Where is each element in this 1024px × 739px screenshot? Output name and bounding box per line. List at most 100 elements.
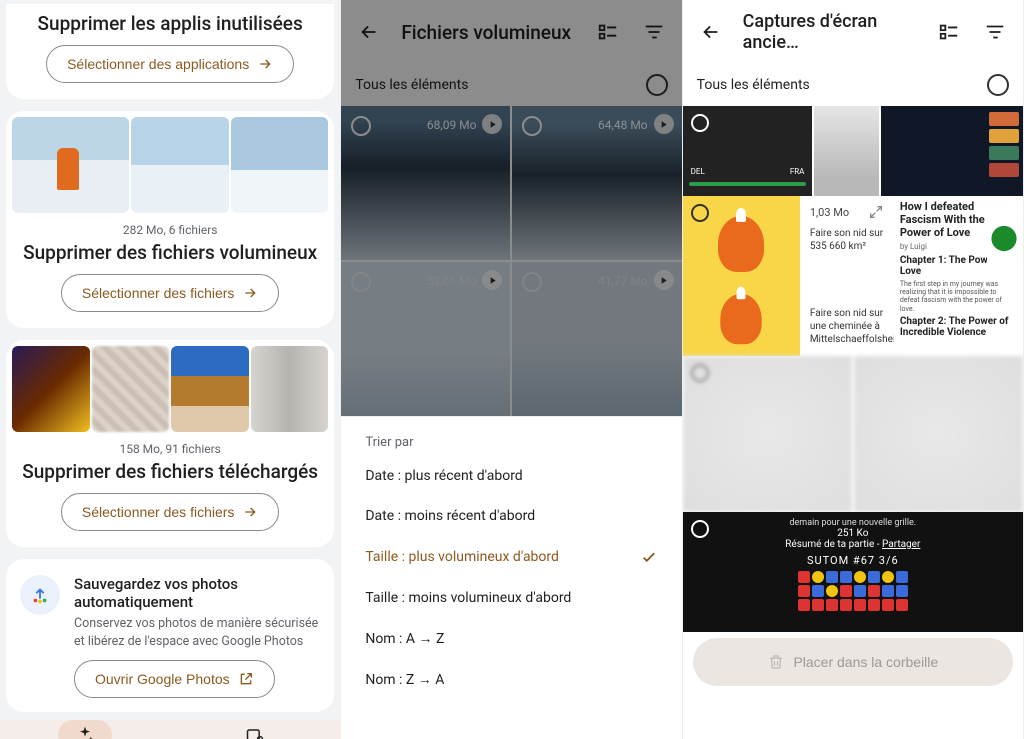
back-button[interactable]: [355, 18, 383, 46]
select-all-row[interactable]: Tous les éléments: [683, 64, 1023, 106]
thumb-row: [12, 117, 328, 213]
thumb-ski-slope[interactable]: [131, 117, 229, 213]
luigi-illustration: [987, 226, 1021, 276]
sutom-summary: Résumé de ta partie -: [785, 539, 882, 550]
pane-large-files: Fichiers volumineux Tous les éléments 68…: [341, 0, 682, 739]
list-icon: [938, 21, 960, 43]
card-unused-apps: Supprimer les applis inutilisées Sélecti…: [6, 4, 334, 99]
file-size: 68,09 Mo: [427, 118, 477, 132]
video-item[interactable]: 64,48 Mo: [512, 106, 681, 260]
card-summary: 282 Mo, 6 fichiers: [123, 223, 218, 237]
sort-option-name-desc[interactable]: Nom : Z → A: [341, 659, 681, 700]
list-icon: [597, 21, 619, 43]
sort-option-name-asc[interactable]: Nom : A → Z: [341, 618, 681, 659]
screenshot-item-blurred[interactable]: [854, 356, 1023, 512]
trash-icon: [767, 653, 785, 671]
backup-title: Sauvegardez vos photos automatiquement: [74, 575, 320, 611]
thumb-ski-far[interactable]: [231, 117, 329, 213]
sort-option-date-desc[interactable]: Date : plus récent d'abord: [341, 456, 681, 496]
sort-button[interactable]: [640, 18, 668, 46]
select-checkbox[interactable]: [351, 272, 371, 292]
video-grid: 68,09 Mo 64,48 Mo 53,66 Mo 41,77 Mo: [341, 106, 681, 416]
select-all-checkbox[interactable]: [646, 74, 668, 96]
page-title: Captures d'écran ancie…: [743, 11, 917, 53]
trash-label: Placer dans la corbeille: [793, 654, 938, 670]
sort-option-date-asc[interactable]: Date : moins récent d'abord: [341, 496, 681, 536]
screenshot-info: 1,03 Mo Faire son nid sur 535 660 km² Fa…: [802, 196, 892, 356]
video-item[interactable]: 41,77 Mo: [512, 262, 681, 416]
sutom-grid: [798, 571, 908, 611]
screenshot-item[interactable]: [683, 196, 800, 356]
stork-illustration: [718, 216, 764, 272]
select-checkbox[interactable]: [691, 364, 709, 382]
video-item[interactable]: 68,09 Mo: [341, 106, 510, 260]
play-icon: [654, 114, 674, 134]
card-backup-photos: Sauvegardez vos photos automatiquement C…: [6, 559, 334, 712]
thumb-row: [12, 346, 328, 432]
pane-clean: Supprimer les applis inutilisées Sélecti…: [0, 0, 341, 739]
play-icon: [482, 114, 502, 134]
sutom-title: SUTOM #67 3/6: [693, 554, 1013, 567]
caption: Faire son nid sur 535 660 km²: [810, 227, 884, 253]
sort-icon: [643, 21, 665, 43]
article-chapter: Chapter 2: The Power of Incredible Viole…: [900, 316, 1017, 338]
arrow-left-icon: [700, 21, 722, 43]
screenshot-item[interactable]: [814, 106, 879, 196]
arrow-left-icon: [358, 21, 380, 43]
select-checkbox[interactable]: [522, 272, 542, 292]
sort-bottom-sheet: Trier par Date : plus récent d'abord Dat…: [341, 416, 681, 739]
select-apps-button[interactable]: Sélectionner des applications: [46, 45, 294, 83]
thumb-rooftops[interactable]: [171, 346, 249, 432]
screenshot-grid: DEL FRA 1,03 Mo Fa: [683, 106, 1023, 632]
sort-option-size-asc[interactable]: Taille : moins volumineux d'abord: [341, 578, 681, 618]
view-list-button[interactable]: [935, 18, 963, 46]
select-large-files-button[interactable]: Sélectionner des fichiers: [61, 274, 280, 312]
all-items-label: Tous les éléments: [355, 77, 468, 93]
thumb-blurred[interactable]: [92, 346, 170, 432]
tab-browse[interactable]: Parcourir: [170, 720, 340, 739]
select-checkbox[interactable]: [351, 116, 371, 136]
folder-search-icon: [228, 720, 282, 739]
expand-icon[interactable]: [868, 204, 884, 220]
sort-heading: Trier par: [341, 431, 681, 456]
thumb-ski-person[interactable]: [12, 117, 129, 213]
select-all-row[interactable]: Tous les éléments: [341, 64, 681, 106]
page-title: Fichiers volumineux: [401, 21, 575, 44]
card-title: Supprimer des fichiers volumineux: [23, 241, 317, 264]
select-checkbox[interactable]: [691, 114, 709, 132]
bottom-nav: Nettoyer Parcourir: [0, 720, 340, 739]
select-downloaded-files-button[interactable]: Sélectionner des fichiers: [61, 493, 280, 531]
video-item[interactable]: 53,66 Mo: [341, 262, 510, 416]
screenshot-item-blurred[interactable]: [683, 356, 852, 512]
view-list-button[interactable]: [594, 18, 622, 46]
sparkle-icon: [58, 720, 112, 739]
select-checkbox[interactable]: [522, 116, 542, 136]
caption: Faire son nid sur une cheminée à Mittels…: [810, 307, 884, 346]
open-google-photos-button[interactable]: Ouvrir Google Photos: [74, 660, 275, 698]
check-icon: [640, 548, 658, 566]
screenshot-item[interactable]: How I defeated Fascism With the Power of…: [894, 196, 1023, 356]
sort-icon: [984, 21, 1006, 43]
share-link[interactable]: Partager: [882, 539, 920, 550]
screenshot-item[interactable]: DEL FRA: [683, 106, 813, 196]
sutom-line: demain pour une nouvelle grille.: [693, 518, 1013, 528]
sort-option-size-desc[interactable]: Taille : plus volumineux d'abord: [341, 536, 681, 578]
all-items-label: Tous les éléments: [697, 77, 810, 93]
arrow-right-icon: [242, 504, 258, 520]
screenshot-item-sutom[interactable]: demain pour une nouvelle grille. 251 Ko …: [683, 512, 1023, 632]
card-summary: 158 Mo, 91 fichiers: [119, 442, 220, 456]
arrow-right-icon: [257, 56, 273, 72]
pane-old-screenshots: Captures d'écran ancie… Tous les élément…: [683, 0, 1024, 739]
tab-clean[interactable]: Nettoyer: [0, 720, 170, 739]
thumb-pillar[interactable]: [251, 346, 329, 432]
sort-button[interactable]: [981, 18, 1009, 46]
file-size: 53,66 Mo: [427, 274, 477, 288]
select-checkbox[interactable]: [691, 204, 709, 222]
move-to-trash-button[interactable]: Placer dans la corbeille: [693, 638, 1013, 686]
file-size: 64,48 Mo: [598, 118, 648, 132]
back-button[interactable]: [697, 18, 725, 46]
thumb-warcraft[interactable]: [12, 346, 90, 432]
screenshot-item[interactable]: [881, 106, 1023, 196]
select-all-checkbox[interactable]: [987, 74, 1009, 96]
card-title: Supprimer des fichiers téléchargés: [22, 460, 318, 483]
